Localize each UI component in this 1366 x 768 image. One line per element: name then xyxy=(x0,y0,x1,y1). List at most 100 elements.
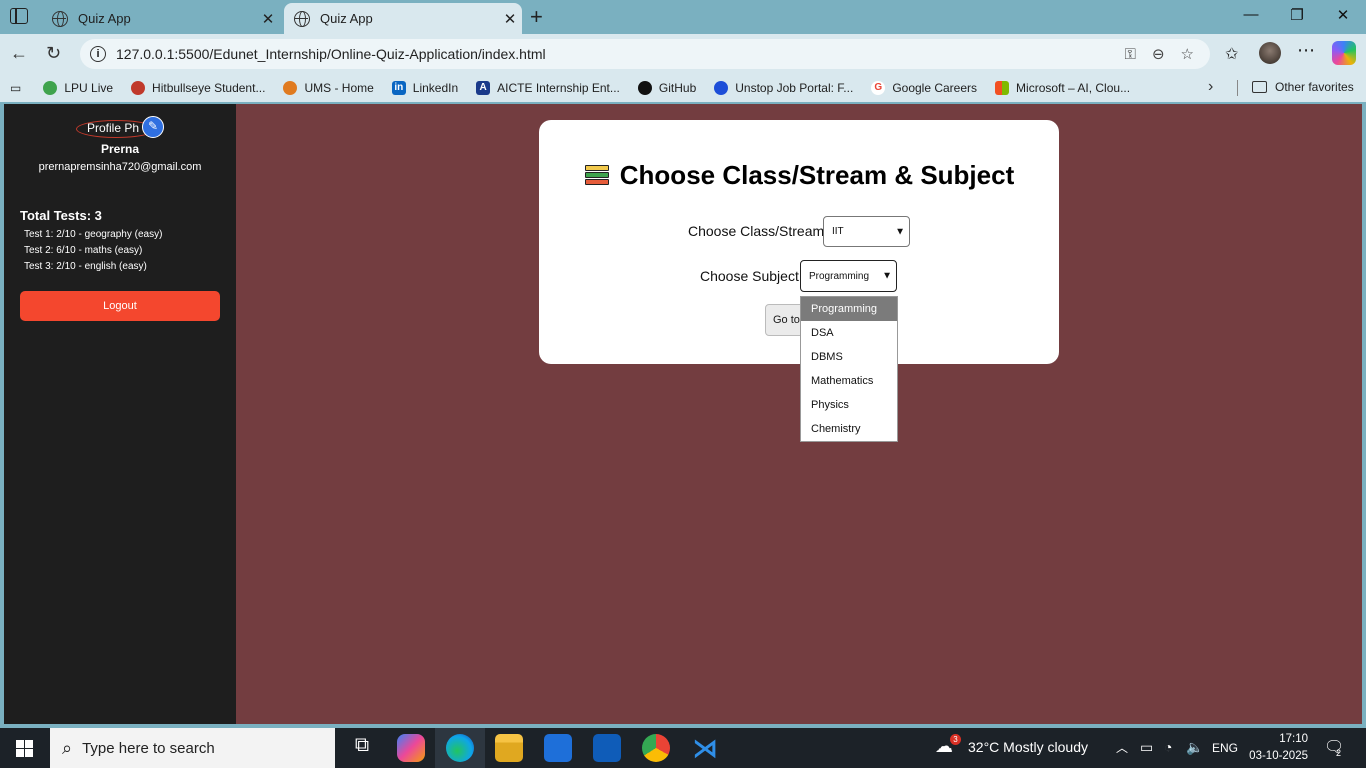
task-view-icon[interactable]: ⧉ xyxy=(348,734,376,762)
user-email: prernapremsinha720@gmail.com xyxy=(38,161,202,173)
wifi-icon[interactable]: ◔ xyxy=(1164,739,1172,755)
more-menu-icon[interactable]: ⋯ xyxy=(1297,40,1315,61)
bookmark-google-careers[interactable]: G Google Careers xyxy=(871,81,977,95)
bookmark-label: GitHub xyxy=(658,81,697,95)
selection-card: Choose Class/Stream & Subject Choose Cla… xyxy=(539,120,1059,364)
restore-button[interactable]: ❐ xyxy=(1274,6,1320,24)
profile-avatar[interactable] xyxy=(1259,42,1281,64)
bookmark-label: Unstop Job Portal: F... xyxy=(735,81,854,95)
lpu-icon xyxy=(43,81,58,95)
site-info-icon[interactable]: i xyxy=(90,46,106,62)
key-icon[interactable]: ⚿ xyxy=(1125,46,1136,63)
chevron-up-icon[interactable]: ︿ xyxy=(1116,739,1128,756)
subject-option-physics[interactable]: Physics xyxy=(801,393,897,417)
bookmarks-bar: ▭ LPU Live Hitbullseye Student... UMS - … xyxy=(0,74,1366,102)
zoom-icon[interactable]: ⊖ xyxy=(1152,45,1165,63)
books-icon xyxy=(584,163,610,189)
vscode-icon[interactable]: ⋊ xyxy=(691,734,719,762)
test-history-list: Test 1: 2/10 - geography (easy) Test 2: … xyxy=(24,227,162,275)
clock-time: 17:10 xyxy=(1279,733,1308,745)
speaker-icon[interactable]: 🔈 xyxy=(1186,739,1203,756)
aicte-icon: A xyxy=(476,81,491,95)
edge-browser-icon[interactable] xyxy=(446,734,474,762)
refresh-icon[interactable]: ↻ xyxy=(46,43,61,64)
file-explorer-icon[interactable] xyxy=(495,734,523,762)
close-tab-icon[interactable]: ✕ xyxy=(498,10,522,28)
other-favorites[interactable]: Other favorites xyxy=(1252,80,1354,94)
chrome-icon[interactable] xyxy=(642,734,670,762)
test-history-item: Test 3: 2/10 - english (easy) xyxy=(24,261,147,272)
windows-taskbar: ⌕ Type here to search ⧉ ⋊ ☁ 3 32°C Mostl… xyxy=(0,728,1366,768)
browser-tab-bar: Quiz App ✕ Quiz App ✕ + — ❐ ✕ xyxy=(0,0,1366,34)
notification-icon[interactable]: 🗨 xyxy=(1324,737,1344,757)
bookmark-aicte[interactable]: A AICTE Internship Ent... xyxy=(476,81,620,95)
weather-text[interactable]: 32°C Mostly cloudy xyxy=(968,739,1088,755)
language-indicator[interactable]: ENG xyxy=(1212,741,1238,755)
favorites-icon[interactable]: ✩ xyxy=(1225,44,1238,64)
subject-option-chemistry[interactable]: Chemistry xyxy=(801,417,897,441)
new-tab-button[interactable]: + xyxy=(530,4,543,30)
close-window-button[interactable]: ✕ xyxy=(1320,6,1366,24)
globe-icon xyxy=(52,10,68,27)
close-tab-icon[interactable]: ✕ xyxy=(256,10,280,28)
user-name: Prerna xyxy=(100,142,140,156)
class-label: Choose Class/Stream: xyxy=(688,223,829,239)
outlook-icon[interactable] xyxy=(593,734,621,762)
page-title-text: Choose Class/Stream & Subject xyxy=(619,160,1015,190)
tab-actions-icon[interactable] xyxy=(10,8,28,24)
bookmark-unstop[interactable]: Unstop Job Portal: F... xyxy=(714,81,853,95)
notification-count: 2 xyxy=(1336,748,1342,758)
bookmark-label: Google Careers xyxy=(892,81,978,95)
url-text: 127.0.0.1:5500/Edunet_Internship/Online-… xyxy=(116,46,546,62)
linkedin-icon: in xyxy=(391,81,406,95)
folder-icon xyxy=(1252,81,1267,93)
minimize-button[interactable]: — xyxy=(1228,6,1274,23)
page-title: Choose Class/Stream & Subject xyxy=(539,160,1059,191)
bookmark-label: LPU Live xyxy=(64,81,114,95)
class-select[interactable]: IIT ▼ xyxy=(823,216,910,247)
bookmark-github[interactable]: GitHub xyxy=(637,81,697,95)
subject-select[interactable]: Programming ▼ xyxy=(800,260,897,292)
subject-option-dbms[interactable]: DBMS xyxy=(801,345,897,369)
bookmark-lpu-live[interactable]: LPU Live xyxy=(43,81,113,95)
bookmark-linkedin[interactable]: in LinkedIn xyxy=(391,81,459,95)
bookmark-microsoft[interactable]: Microsoft – AI, Clou... xyxy=(995,81,1130,95)
tab-quiz-app-1[interactable]: Quiz App ✕ xyxy=(42,3,280,34)
windows-start-icon[interactable] xyxy=(16,740,33,757)
copilot-app-icon[interactable] xyxy=(397,734,425,762)
clock[interactable]: 17:10 03-10-2025 xyxy=(1248,731,1308,765)
bookmark-label: LinkedIn xyxy=(412,81,459,95)
unstop-icon xyxy=(714,81,729,95)
reading-list-icon[interactable]: ▭ xyxy=(10,81,21,95)
total-tests-heading: Total Tests: 3 xyxy=(20,208,102,223)
edit-pencil-icon[interactable]: ✎ xyxy=(142,116,164,138)
subject-option-programming[interactable]: Programming xyxy=(801,297,897,321)
tab-quiz-app-2[interactable]: Quiz App ✕ xyxy=(284,3,522,34)
subject-option-mathematics[interactable]: Mathematics xyxy=(801,369,897,393)
clock-date: 03-10-2025 xyxy=(1249,750,1308,762)
copilot-icon[interactable] xyxy=(1332,41,1356,65)
microsoft-store-icon[interactable] xyxy=(544,734,572,762)
logout-button[interactable]: Logout xyxy=(20,291,220,321)
user-sidebar: Profile Ph ✎ Prerna prernapremsinha720@g… xyxy=(4,104,236,724)
bookmark-label: Microsoft – AI, Clou... xyxy=(1016,81,1131,95)
browser-toolbar: ← ↻ i 127.0.0.1:5500/Edunet_Internship/O… xyxy=(0,34,1366,74)
bookmark-ums-home[interactable]: UMS - Home xyxy=(283,81,374,95)
chevron-down-icon: ▼ xyxy=(895,226,905,237)
favorite-star-icon[interactable]: ☆ xyxy=(1181,45,1194,63)
github-icon xyxy=(637,81,652,95)
chevron-right-icon[interactable]: › xyxy=(1208,78,1213,96)
tab-title: Quiz App xyxy=(78,11,131,26)
subject-dropdown-list: Programming DSA DBMS Mathematics Physics… xyxy=(800,296,898,442)
hitbullseye-icon xyxy=(131,81,146,95)
bookmark-hitbullseye[interactable]: Hitbullseye Student... xyxy=(131,81,265,95)
test-history-item: Test 2: 6/10 - maths (easy) xyxy=(24,245,143,256)
test-history-item: Test 1: 2/10 - geography (easy) xyxy=(24,229,163,240)
battery-icon[interactable]: ▭ xyxy=(1140,739,1153,756)
bookmarks-divider xyxy=(1237,80,1238,96)
address-bar[interactable]: i 127.0.0.1:5500/Edunet_Internship/Onlin… xyxy=(80,39,1210,69)
subject-label: Choose Subject: xyxy=(700,268,803,284)
subject-option-dsa[interactable]: DSA xyxy=(801,321,897,345)
taskbar-search[interactable]: ⌕ Type here to search xyxy=(50,728,335,768)
back-arrow-icon[interactable]: ← xyxy=(10,43,28,64)
